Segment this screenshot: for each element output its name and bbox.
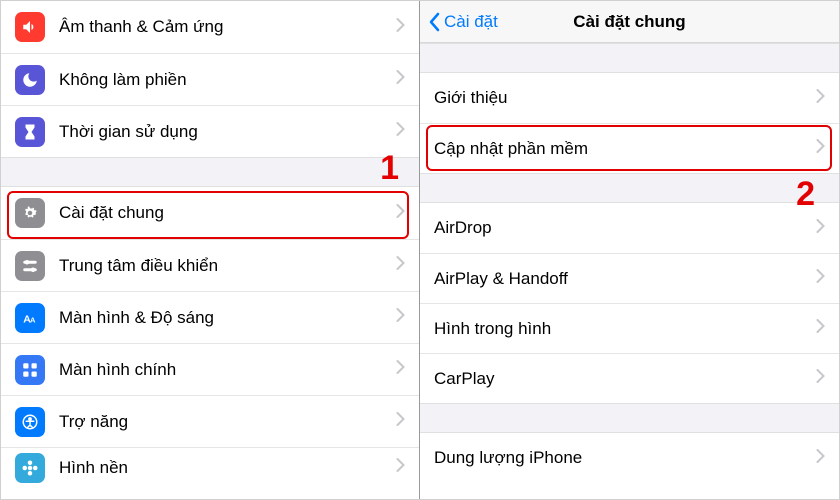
row-home-screen[interactable]: Màn hình chính (1, 343, 419, 395)
chevron-left-icon (428, 12, 440, 32)
group-separator (420, 403, 839, 433)
row-picture-in-picture[interactable]: Hình trong hình (420, 303, 839, 353)
hourglass-icon (15, 117, 45, 147)
gear-icon (15, 198, 45, 228)
chevron-right-icon (396, 412, 405, 431)
chevron-right-icon (816, 319, 825, 338)
row-label: Trung tâm điều khiển (59, 256, 396, 276)
flower-icon (15, 453, 45, 483)
row-label: Hình trong hình (434, 319, 816, 339)
row-label: Màn hình chính (59, 360, 396, 380)
row-airplay-handoff[interactable]: AirPlay & Handoff (420, 253, 839, 303)
row-general[interactable]: Cài đặt chung (1, 187, 419, 239)
chevron-right-icon (396, 360, 405, 379)
speaker-icon (15, 12, 45, 42)
chevron-right-icon (396, 204, 405, 223)
nav-header: Cài đặt Cài đặt chung (420, 1, 839, 43)
back-button[interactable]: Cài đặt (428, 12, 498, 32)
chevron-right-icon (396, 256, 405, 275)
group-separator (420, 43, 839, 73)
svg-text:A: A (30, 315, 36, 324)
row-do-not-disturb[interactable]: Không làm phiền (1, 53, 419, 105)
row-label: Hình nền (59, 458, 396, 478)
row-label: Cập nhật phần mềm (434, 139, 816, 159)
chevron-right-icon (816, 369, 825, 388)
page-title: Cài đặt chung (573, 12, 685, 32)
row-carplay[interactable]: CarPlay (420, 353, 839, 403)
chevron-right-icon (396, 70, 405, 89)
row-iphone-storage[interactable]: Dung lượng iPhone (420, 433, 839, 483)
text-size-icon: AA (15, 303, 45, 333)
row-label: AirPlay & Handoff (434, 269, 816, 289)
row-label: CarPlay (434, 369, 816, 389)
settings-root-panel: Âm thanh & Cảm ứng Không làm phiền Thời … (1, 1, 420, 499)
chevron-right-icon (396, 308, 405, 327)
row-about[interactable]: Giới thiệu (420, 73, 839, 123)
settings-list: Âm thanh & Cảm ứng Không làm phiền Thời … (1, 1, 419, 487)
row-label: Không làm phiền (59, 70, 396, 90)
row-label: Trợ năng (59, 412, 396, 432)
general-settings-panel: Cài đặt Cài đặt chung Giới thiệu Cập nhậ… (420, 1, 839, 499)
grid-icon (15, 355, 45, 385)
row-display-brightness[interactable]: AA Màn hình & Độ sáng (1, 291, 419, 343)
row-label: Thời gian sử dụng (59, 122, 396, 142)
chevron-right-icon (396, 18, 405, 37)
accessibility-icon (15, 407, 45, 437)
chevron-right-icon (396, 122, 405, 141)
chevron-right-icon (816, 269, 825, 288)
chevron-right-icon (816, 89, 825, 108)
row-screen-time[interactable]: Thời gian sử dụng (1, 105, 419, 157)
row-label: Giới thiệu (434, 88, 816, 108)
chevron-right-icon (816, 219, 825, 238)
row-label: Màn hình & Độ sáng (59, 308, 396, 328)
switches-icon (15, 251, 45, 281)
group-separator (1, 157, 419, 187)
group-separator (420, 173, 839, 203)
row-label: Cài đặt chung (59, 203, 396, 223)
row-accessibility[interactable]: Trợ năng (1, 395, 419, 447)
row-software-update[interactable]: Cập nhật phần mềm (420, 123, 839, 173)
row-label: AirDrop (434, 218, 816, 238)
row-airdrop[interactable]: AirDrop (420, 203, 839, 253)
row-label: Dung lượng iPhone (434, 448, 816, 468)
chevron-right-icon (816, 449, 825, 468)
row-label: Âm thanh & Cảm ứng (59, 17, 396, 37)
chevron-right-icon (396, 458, 405, 477)
row-control-center[interactable]: Trung tâm điều khiển (1, 239, 419, 291)
chevron-right-icon (816, 139, 825, 158)
back-label: Cài đặt (444, 12, 498, 32)
moon-icon (15, 65, 45, 95)
row-wallpaper[interactable]: Hình nền (1, 447, 419, 487)
row-sounds-haptics[interactable]: Âm thanh & Cảm ứng (1, 1, 419, 53)
